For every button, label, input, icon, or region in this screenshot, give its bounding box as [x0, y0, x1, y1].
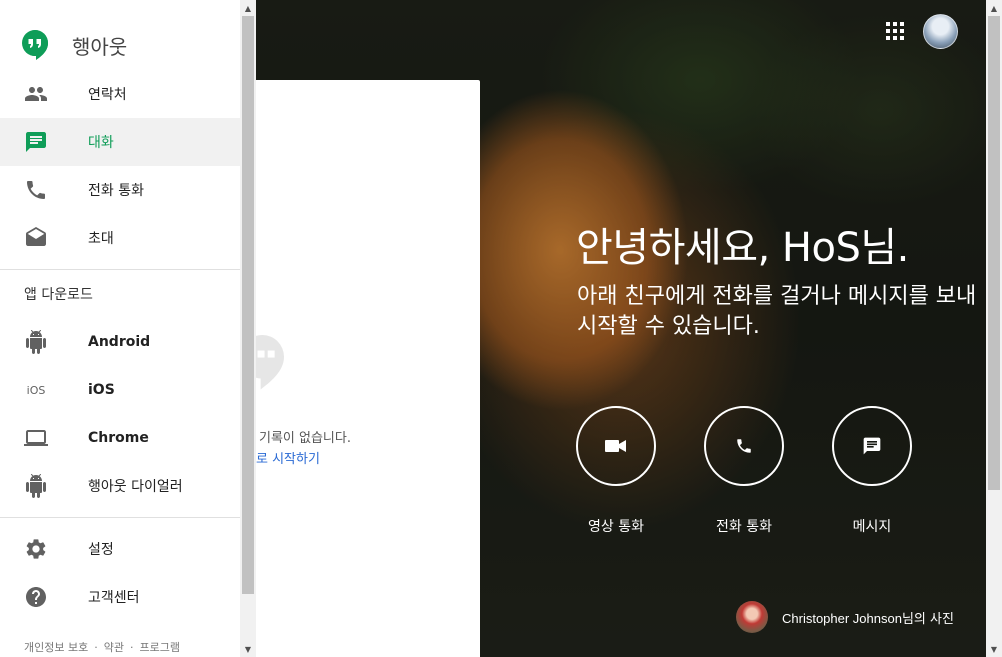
help-icon — [24, 585, 48, 609]
scrollbar-thumb[interactable] — [242, 16, 254, 594]
start-conversation-link[interactable]: 로 시작하기 — [256, 448, 320, 467]
gear-icon — [24, 537, 48, 561]
nav-label: 전화 통화 — [88, 183, 144, 199]
scroll-up-arrow[interactable]: ▲ — [986, 0, 1002, 16]
phone-call-label: 전화 통화 — [716, 519, 772, 535]
video-icon — [605, 440, 626, 452]
sidebar-footer: 개인정보 보호 · 약관 · 프로그램 — [24, 639, 180, 655]
scrollbar-thumb[interactable] — [988, 16, 1000, 490]
video-call-label: 영상 통화 — [588, 519, 644, 535]
phone-icon — [24, 178, 48, 202]
privacy-link[interactable]: 개인정보 보호 — [24, 641, 88, 654]
brand: 행아웃 — [22, 30, 127, 60]
nav-item-phone-calls[interactable]: 전화 통화 — [0, 166, 240, 214]
phone-icon — [737, 439, 751, 453]
download-label: iOS — [88, 382, 115, 398]
download-section-title: 앱 다운로드 — [24, 287, 93, 303]
greeting-subtitle: 아래 친구에게 전화를 걸거나 메시지를 보내 시작할 수 있습니다. — [577, 284, 977, 339]
message-button[interactable]: 메시지 — [832, 406, 912, 536]
program-link[interactable]: 프로그램 — [139, 641, 179, 654]
nav-item-invites[interactable]: 초대 — [0, 214, 240, 262]
chat-icon — [24, 130, 48, 154]
download-label: 행아웃 다이얼러 — [88, 479, 183, 495]
ios-icon: iOS — [26, 383, 46, 397]
apps-grid-icon[interactable] — [886, 22, 904, 40]
message-icon — [863, 437, 881, 455]
phone-call-button[interactable]: 전화 통화 — [704, 406, 784, 536]
sidebar: 행아웃 연락처 대화 전화 통화 초대 앱 다운로드 Android iOS i… — [0, 0, 240, 657]
download-hangouts-dialer[interactable]: 행아웃 다이얼러 — [0, 462, 240, 510]
app-name: 행아웃 — [72, 34, 128, 59]
download-ios[interactable]: iOS iOS — [0, 366, 240, 414]
download-chrome[interactable]: Chrome — [0, 414, 240, 462]
scroll-down-arrow[interactable]: ▼ — [986, 641, 1002, 657]
nav-label: 연락처 — [88, 87, 127, 103]
nav-label: 설정 — [88, 542, 114, 558]
hangouts-empty-icon — [256, 335, 284, 390]
nav-item-contacts[interactable]: 연락처 — [0, 70, 240, 118]
download-label: Android — [88, 334, 151, 350]
download-label: Chrome — [88, 430, 149, 446]
scroll-up-arrow[interactable]: ▲ — [240, 0, 256, 16]
nav-label: 고객센터 — [88, 590, 140, 606]
hangouts-logo-icon — [22, 30, 48, 60]
nav-item-help[interactable]: 고객센터 — [0, 573, 240, 621]
divider — [0, 517, 240, 518]
message-label: 메시지 — [852, 519, 892, 535]
android-icon — [24, 330, 48, 354]
page-scrollbar[interactable]: ▲ ▼ — [986, 0, 1002, 657]
photo-credit-suffix: 님의 사진 — [901, 611, 954, 627]
scroll-down-arrow[interactable]: ▼ — [240, 641, 256, 657]
android-icon — [24, 474, 48, 498]
photo-credit[interactable]: Christopher Johnson님의 사진 — [736, 601, 954, 633]
people-icon — [24, 82, 48, 106]
mail-icon — [24, 226, 48, 250]
download-android[interactable]: Android — [0, 318, 240, 366]
separator: · — [129, 641, 134, 654]
empty-history-text: 기록이 없습니다. — [259, 431, 351, 446]
photographer-avatar — [736, 601, 768, 633]
nav-item-conversations[interactable]: 대화 — [0, 118, 240, 166]
greeting-title: 안녕하세요, HoS님. — [576, 225, 909, 271]
account-avatar[interactable] — [923, 14, 958, 49]
photographer-name: Christopher Johnson — [782, 610, 902, 626]
nav-label: 대화 — [88, 135, 114, 151]
terms-link[interactable]: 약관 — [104, 641, 124, 654]
laptop-icon — [24, 426, 48, 450]
video-call-button[interactable]: 영상 통화 — [576, 406, 656, 536]
nav-label: 초대 — [88, 231, 114, 247]
sidebar-scrollbar[interactable]: ▲ ▼ — [240, 0, 256, 657]
separator: · — [94, 641, 98, 654]
divider — [0, 269, 240, 270]
nav-item-settings[interactable]: 설정 — [0, 525, 240, 573]
